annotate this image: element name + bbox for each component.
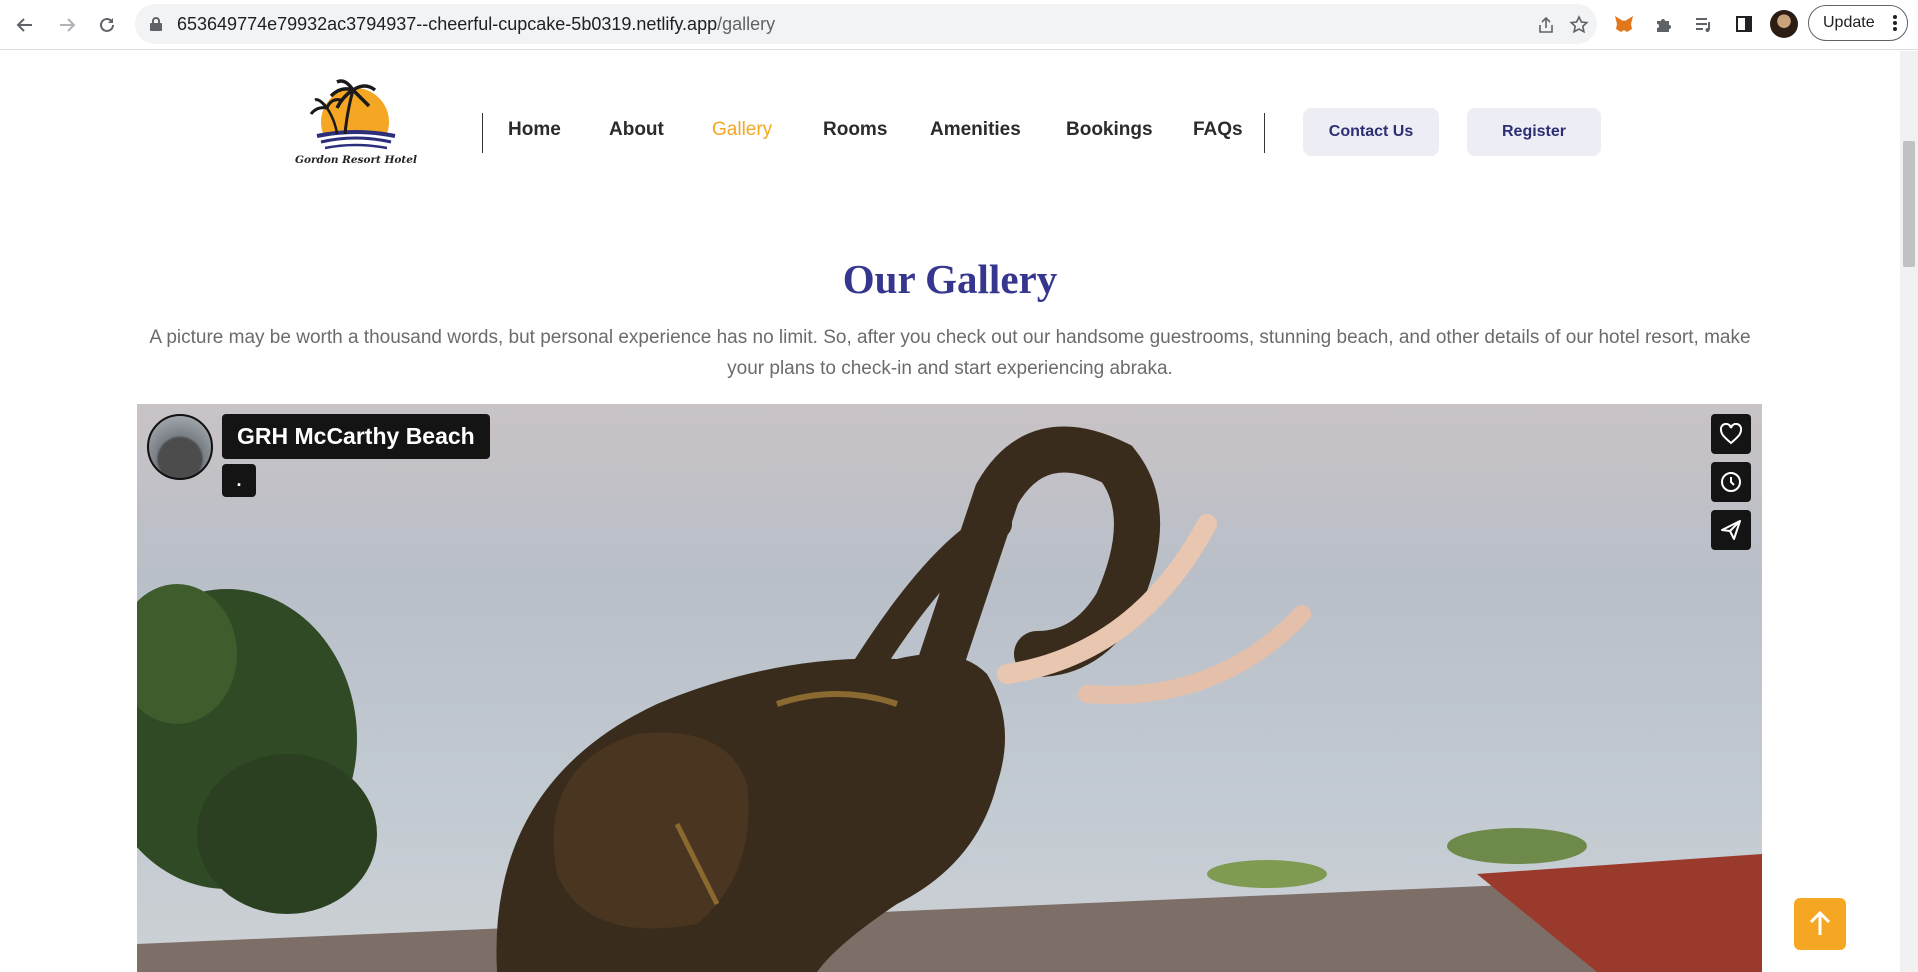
nav-about[interactable]: About — [609, 119, 664, 141]
nav-home[interactable]: Home — [508, 119, 561, 141]
nav-divider — [482, 113, 483, 153]
more-vert-icon — [1893, 14, 1897, 37]
back-to-top-button[interactable] — [1794, 898, 1846, 950]
metamask-extension-icon[interactable] — [1612, 12, 1636, 36]
nav-amenities[interactable]: Amenities — [930, 119, 1021, 141]
video-title[interactable]: GRH McCarthy Beach — [222, 414, 490, 459]
video-embed[interactable]: GRH McCarthy Beach . — [137, 404, 1762, 972]
profile-avatar[interactable] — [1770, 10, 1798, 38]
watch-later-clock-icon[interactable] — [1711, 462, 1751, 502]
video-subtitle: . — [222, 464, 256, 497]
contact-us-label: Contact Us — [1328, 123, 1414, 140]
scrollbar-thumb[interactable] — [1903, 141, 1915, 267]
reload-icon[interactable] — [92, 10, 122, 40]
page-title: Our Gallery — [842, 256, 1058, 302]
page-scrollbar[interactable] — [1900, 51, 1918, 972]
register-button[interactable]: Register — [1467, 108, 1601, 156]
share-icon[interactable] — [1535, 14, 1557, 36]
nav-bookings[interactable]: Bookings — [1066, 119, 1153, 141]
back-arrow-icon[interactable] — [10, 10, 40, 40]
channel-avatar[interactable] — [147, 414, 213, 480]
url-text: 653649774e79932ac3794937--cheerful-cupca… — [177, 14, 776, 34]
palm-sun-icon — [309, 79, 397, 158]
gallery-intro: A picture may be worth a thousand words,… — [149, 327, 1751, 379]
bookmark-star-icon[interactable] — [1568, 14, 1590, 36]
lock-icon — [149, 16, 163, 37]
side-panel-icon[interactable] — [1732, 12, 1756, 36]
site-header: Gordon Resort Hotel Home About Gallery R… — [0, 51, 1900, 211]
update-label: Update — [1823, 14, 1875, 31]
arrow-up-icon — [1809, 911, 1831, 935]
share-send-icon[interactable] — [1711, 510, 1751, 550]
nav-rooms[interactable]: Rooms — [823, 119, 887, 141]
update-button[interactable]: Update — [1808, 5, 1908, 41]
nav-divider-right — [1264, 113, 1265, 153]
register-label: Register — [1501, 123, 1567, 140]
extensions-puzzle-icon[interactable] — [1652, 12, 1676, 36]
contact-us-button[interactable]: Contact Us — [1303, 108, 1439, 156]
forward-arrow-icon[interactable] — [52, 10, 82, 40]
media-queue-icon[interactable] — [1692, 12, 1716, 36]
hotel-logo[interactable]: Gordon Resort Hotel — [295, 76, 425, 176]
nav-gallery[interactable]: Gallery — [712, 119, 772, 141]
address-bar[interactable]: 653649774e79932ac3794937--cheerful-cupca… — [135, 4, 1597, 44]
nav-faqs[interactable]: FAQs — [1193, 119, 1243, 141]
like-heart-icon[interactable] — [1711, 414, 1751, 454]
elephant-statue-image — [137, 426, 1762, 972]
browser-toolbar: 653649774e79932ac3794937--cheerful-cupca… — [0, 0, 1918, 50]
logo-text: Gordon Resort Hotel — [295, 154, 417, 166]
